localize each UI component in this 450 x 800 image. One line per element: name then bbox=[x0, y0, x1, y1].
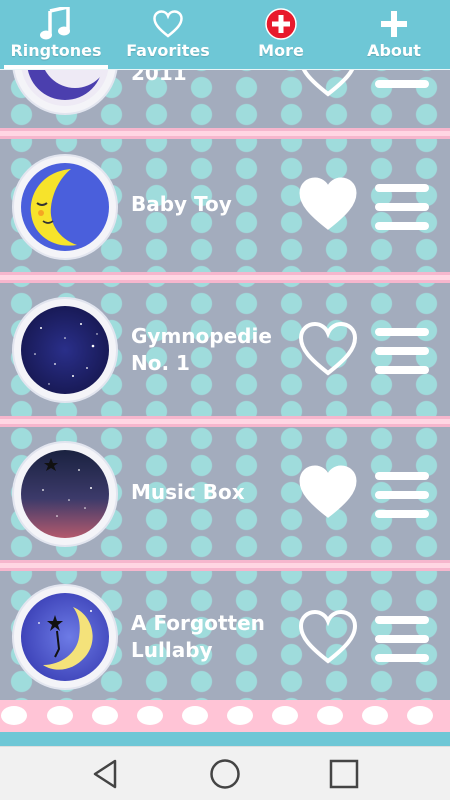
tab-ringtones[interactable]: Ringtones bbox=[0, 0, 112, 69]
bottom-band bbox=[0, 732, 450, 746]
decorative-footer-strip bbox=[0, 700, 450, 732]
ringtone-title: Baby Toy bbox=[131, 192, 232, 216]
recents-icon[interactable] bbox=[327, 757, 361, 791]
row-divider bbox=[0, 272, 450, 283]
row-divider bbox=[0, 560, 450, 571]
tab-favorites[interactable]: Favorites bbox=[112, 0, 224, 69]
dusk-sky-art bbox=[14, 443, 116, 545]
heart-filled-icon[interactable] bbox=[298, 464, 358, 520]
heart-outline-icon bbox=[153, 10, 183, 38]
ringtone-list[interactable]: 2011 Baby Toy Gymnopedie No. 1 Music Box… bbox=[0, 70, 450, 746]
music-note-icon bbox=[40, 7, 70, 40]
tab-label: More bbox=[258, 41, 304, 60]
list-item[interactable]: Gymnopedie No. 1 bbox=[0, 283, 450, 416]
tab-more[interactable]: More bbox=[225, 0, 337, 69]
menu-icon[interactable] bbox=[375, 182, 431, 232]
ringtone-title: A Forgotten Lullaby bbox=[131, 611, 265, 662]
moon-fairy-art bbox=[14, 586, 116, 688]
row-divider bbox=[0, 128, 450, 139]
active-tab-indicator bbox=[4, 65, 108, 69]
list-item[interactable]: 2011 bbox=[0, 70, 450, 127]
sleeping-moon-art bbox=[14, 156, 116, 258]
row-divider bbox=[0, 416, 450, 427]
menu-icon[interactable] bbox=[375, 470, 431, 520]
tab-label: Ringtones bbox=[10, 41, 102, 60]
tab-label: Favorites bbox=[126, 41, 210, 60]
heart-filled-icon[interactable] bbox=[298, 176, 358, 232]
heart-outline-icon[interactable] bbox=[298, 70, 358, 98]
plus-icon bbox=[381, 11, 407, 37]
menu-icon[interactable] bbox=[375, 70, 431, 90]
ringtone-title: Gymnopedie No. 1 bbox=[131, 324, 272, 375]
system-nav-bar bbox=[0, 746, 450, 800]
menu-icon[interactable] bbox=[375, 614, 431, 664]
ringtone-title: Music Box bbox=[131, 480, 245, 504]
tab-about[interactable]: About bbox=[338, 0, 450, 69]
menu-icon[interactable] bbox=[375, 326, 431, 376]
crescent-moon-art bbox=[14, 70, 116, 113]
heart-outline-icon[interactable] bbox=[298, 321, 358, 377]
back-icon[interactable] bbox=[89, 757, 123, 791]
tab-label: About bbox=[367, 41, 421, 60]
ringtone-title: 2011 bbox=[131, 70, 187, 85]
heart-outline-icon[interactable] bbox=[298, 609, 358, 665]
plus-circle-icon bbox=[265, 8, 297, 40]
home-icon[interactable] bbox=[208, 757, 242, 791]
starry-night-art bbox=[14, 299, 116, 401]
list-item[interactable]: Baby Toy bbox=[0, 139, 450, 272]
list-item[interactable]: A Forgotten Lullaby bbox=[0, 571, 450, 704]
tab-bar: Ringtones Favorites More About bbox=[0, 0, 450, 70]
list-item[interactable]: Music Box bbox=[0, 427, 450, 560]
